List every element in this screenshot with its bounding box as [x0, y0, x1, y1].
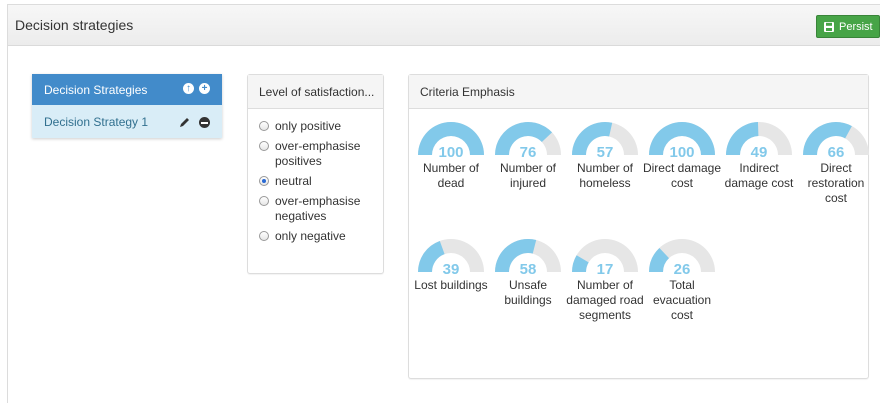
gauge-value: 100: [669, 144, 694, 159]
gauge-value: 66: [828, 144, 845, 159]
gauge-arc: 76: [495, 122, 561, 159]
gauge-arc: 57: [572, 122, 638, 159]
satisfaction-option[interactable]: neutral: [259, 174, 383, 189]
criteria-gauge: 100 Direct damage cost: [642, 117, 722, 191]
save-icon: [824, 21, 834, 32]
gauge-value: 76: [520, 144, 537, 159]
gauge-label: Total evacuation cost: [652, 278, 712, 322]
gauge-value: 17: [597, 261, 614, 276]
criteria-gauge: 58 Unsafe buildings: [488, 234, 568, 308]
upload-icon[interactable]: ↑: [183, 83, 194, 94]
gauge-value: 58: [520, 261, 537, 276]
criteria-gauge: 17 Number of damaged road segments: [565, 234, 645, 323]
page-header: Decision strategies Persist: [8, 5, 880, 46]
gauge-label: Number of homeless: [576, 161, 634, 190]
gauge-label: Direct restoration cost: [807, 161, 865, 205]
gauge-fill: [418, 240, 445, 272]
persist-label: Persist: [839, 20, 873, 33]
strategy-item-label: Decision Strategy 1: [44, 114, 149, 129]
gauge-value: 57: [597, 144, 614, 159]
criteria-gauge: 66 Direct restoration cost: [796, 117, 876, 206]
gauge-arc: 49: [726, 122, 792, 159]
satisfaction-option-label: neutral: [275, 174, 312, 188]
satisfaction-option-label: over-emphasise negatives: [275, 194, 361, 223]
satisfaction-option-label: over-emphasise positives: [275, 139, 361, 168]
satisfaction-panel: Level of satisfaction... only positive ov…: [247, 74, 384, 274]
edit-icon[interactable]: [179, 116, 191, 128]
criteria-gauge: 49 Indirect damage cost: [719, 117, 799, 191]
gauge-label: Lost buildings: [414, 278, 488, 292]
criteria-title: Criteria Emphasis: [409, 75, 868, 109]
satisfaction-option-label: only negative: [275, 229, 346, 243]
strategies-list: Decision Strategies ↑ + Decision Strateg…: [32, 74, 222, 138]
strategies-header: Decision Strategies ↑ +: [32, 74, 222, 105]
criteria-gauge: 26 Total evacuation cost: [642, 234, 722, 323]
criteria-panel: Criteria Emphasis 100 Number of dead 76 Num…: [408, 74, 869, 379]
gauge-label: Indirect damage cost: [724, 161, 794, 190]
add-strategy-icon[interactable]: +: [199, 83, 210, 94]
gauge-arc: 66: [803, 122, 869, 159]
criteria-gauge: 57 Number of homeless: [565, 117, 645, 191]
gauge-value: 39: [443, 261, 460, 276]
satisfaction-option-label: only positive: [275, 119, 342, 133]
satisfaction-option[interactable]: only negative: [259, 229, 383, 244]
criteria-gauge: 76 Number of injured: [488, 117, 568, 191]
satisfaction-option[interactable]: over-emphasise negatives: [259, 194, 383, 224]
gauge-value: 49: [751, 144, 768, 159]
gauge-arc: 39: [418, 239, 484, 276]
gauge-value: 26: [674, 261, 691, 276]
gauge-arc: 17: [572, 239, 638, 276]
gauge-value: 100: [438, 144, 463, 159]
persist-button[interactable]: Persist: [816, 15, 880, 38]
gauge-label: Number of damaged road segments: [566, 278, 644, 322]
gauge-label: Direct damage cost: [642, 161, 722, 190]
gauge-arc: 26: [649, 239, 715, 276]
criteria-gauge: 100 Number of dead: [411, 117, 491, 191]
gauge-label: Unsafe buildings: [504, 278, 552, 307]
gauge-label: Number of dead: [422, 161, 480, 190]
gauge-label: Number of injured: [499, 161, 557, 190]
remove-strategy-icon[interactable]: [199, 116, 210, 128]
radio-button[interactable]: [259, 231, 269, 241]
page-title: Decision strategies: [15, 17, 134, 33]
radio-button[interactable]: [259, 141, 269, 151]
criteria-gauge: 39 Lost buildings: [411, 234, 491, 293]
strategies-title: Decision Strategies: [44, 82, 148, 97]
gauge-arc: 100: [418, 122, 484, 159]
radio-button[interactable]: [259, 196, 269, 206]
gauge-arc: 100: [649, 122, 715, 159]
radio-button[interactable]: [259, 121, 269, 131]
radio-button[interactable]: [259, 176, 269, 186]
satisfaction-options: only positive over-emphasise positives neu…: [248, 109, 383, 244]
satisfaction-option[interactable]: only positive: [259, 119, 383, 134]
gauge-arc: 58: [495, 239, 561, 276]
satisfaction-title: Level of satisfaction...: [248, 75, 383, 109]
strategy-item[interactable]: Decision Strategy 1: [32, 105, 222, 138]
satisfaction-option[interactable]: over-emphasise positives: [259, 139, 383, 169]
